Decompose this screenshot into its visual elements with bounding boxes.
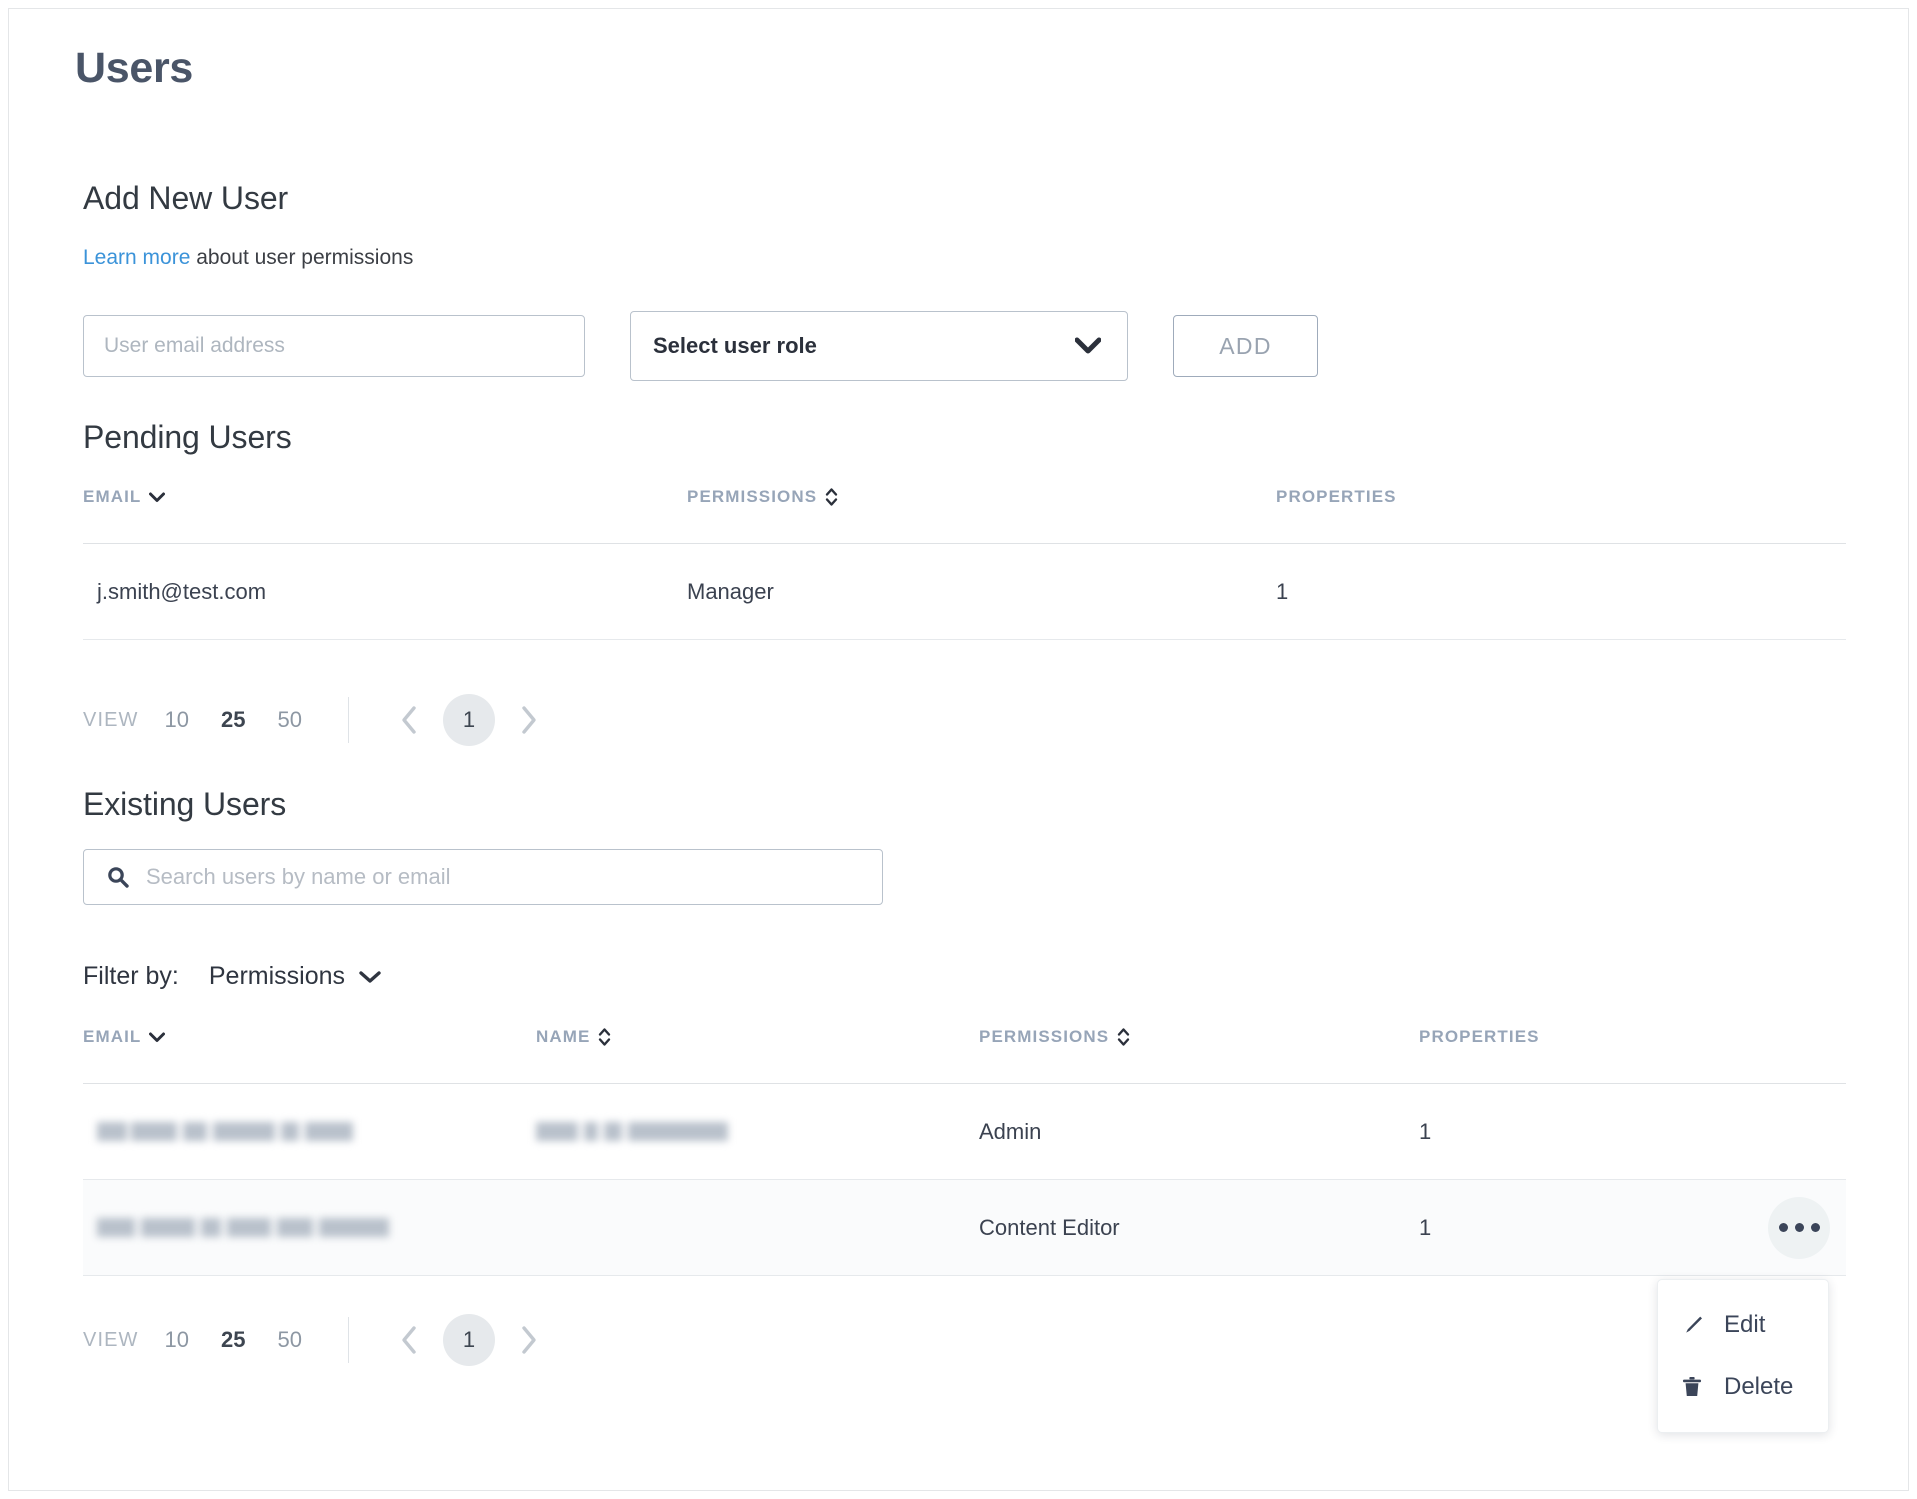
column-header-email[interactable]: EMAIL xyxy=(83,1027,166,1047)
table-row[interactable]: Admin 1 xyxy=(83,1084,1846,1180)
cell-properties: 1 xyxy=(1419,1118,1432,1144)
kebab-dot xyxy=(1794,1223,1804,1232)
page-container: Users Add New User Learn more about user… xyxy=(8,8,1909,1491)
section-heading-existing-users: Existing Users xyxy=(83,786,287,822)
cell-properties: 1 xyxy=(1276,578,1289,604)
kebab-dot xyxy=(1810,1223,1820,1232)
pagination-current-page[interactable]: 1 xyxy=(442,1314,495,1366)
kebab-menu-icon[interactable] xyxy=(1768,1196,1830,1259)
cell-properties: 1 xyxy=(1419,1214,1432,1240)
learn-more-link[interactable]: Learn more xyxy=(83,246,190,269)
pending-users-table: EMAIL PERMISSIONS PROPERTIES j.smith@tes… xyxy=(83,487,1846,640)
row-context-menu: Edit Delete xyxy=(1657,1279,1829,1433)
pencil-icon xyxy=(1680,1313,1710,1337)
learn-more-text: Learn more about user permissions xyxy=(83,246,413,270)
context-menu-item-label: Delete xyxy=(1724,1373,1794,1400)
chevron-down-icon xyxy=(149,1032,166,1043)
page-size-50[interactable]: 50 xyxy=(277,1327,301,1353)
column-header-properties: PROPERTIES xyxy=(1276,487,1397,506)
filter-by-label: Filter by: xyxy=(83,962,179,990)
user-role-select[interactable]: Select user role xyxy=(630,311,1128,381)
filter-by-value: Permissions xyxy=(208,962,346,990)
section-heading-pending-users: Pending Users xyxy=(83,419,292,455)
chevron-up-down-icon xyxy=(598,1027,611,1047)
existing-users-table: EMAIL NAME PERMISSIONS PROPERTIES Admin … xyxy=(83,1027,1846,1276)
add-user-button[interactable]: ADD xyxy=(1173,315,1318,377)
chevron-up-down-icon xyxy=(825,487,838,507)
cell-email-redacted xyxy=(97,1215,389,1241)
search-input[interactable] xyxy=(146,864,882,890)
pagination-view-label: VIEW xyxy=(83,708,139,731)
page-size-10[interactable]: 10 xyxy=(165,1327,189,1353)
table-row[interactable]: Content Editor 1 xyxy=(83,1180,1846,1276)
cell-email: j.smith@test.com xyxy=(97,578,267,604)
filter-by-dropdown[interactable]: Permissions xyxy=(209,962,381,991)
cell-email-redacted xyxy=(97,1119,355,1145)
learn-more-suffix: about user permissions xyxy=(190,246,414,269)
pagination-current-page[interactable]: 1 xyxy=(442,694,495,746)
column-header-permissions[interactable]: PERMISSIONS xyxy=(979,1027,1130,1047)
pagination-divider xyxy=(347,697,349,743)
chevron-left-icon[interactable] xyxy=(391,1321,429,1359)
pagination-divider xyxy=(347,1317,349,1363)
search-icon xyxy=(106,865,130,889)
trash-icon xyxy=(1680,1375,1710,1399)
column-header-email[interactable]: EMAIL xyxy=(83,487,166,507)
search-users-container[interactable] xyxy=(83,849,883,905)
chevron-down-icon xyxy=(1075,337,1101,355)
table-header-row: EMAIL NAME PERMISSIONS PROPERTIES xyxy=(83,1027,1846,1084)
kebab-dot xyxy=(1778,1223,1788,1232)
context-menu-item-delete[interactable]: Delete xyxy=(1658,1356,1828,1418)
table-header-row: EMAIL PERMISSIONS PROPERTIES xyxy=(83,487,1846,544)
section-heading-add-new-user: Add New User xyxy=(83,180,289,216)
chevron-down-icon xyxy=(149,492,166,503)
column-header-name[interactable]: NAME xyxy=(536,1027,611,1047)
table-row[interactable]: j.smith@test.com Manager 1 xyxy=(83,544,1846,640)
cell-permissions: Admin xyxy=(979,1118,1042,1144)
cell-permissions: Content Editor xyxy=(979,1214,1120,1240)
page-size-10[interactable]: 10 xyxy=(165,707,189,733)
existing-users-pagination: VIEW 10 25 50 1 xyxy=(83,1314,547,1366)
chevron-up-down-icon xyxy=(1117,1027,1130,1047)
page-title: Users xyxy=(75,44,194,92)
cell-name-redacted xyxy=(536,1119,732,1145)
filter-by-row: Filter by: Permissions xyxy=(83,962,381,991)
chevron-right-icon[interactable] xyxy=(509,701,547,739)
page-size-25[interactable]: 25 xyxy=(221,707,245,733)
page-size-25[interactable]: 25 xyxy=(221,1327,245,1353)
user-email-input[interactable] xyxy=(83,315,585,377)
chevron-down-icon xyxy=(359,962,381,991)
pagination-view-label: VIEW xyxy=(83,1328,139,1351)
context-menu-item-label: Edit xyxy=(1724,1311,1766,1338)
pending-users-pagination: VIEW 10 25 50 1 xyxy=(83,694,547,746)
chevron-right-icon[interactable] xyxy=(509,1321,547,1359)
cell-permissions: Manager xyxy=(687,578,774,604)
column-header-properties: PROPERTIES xyxy=(1419,1027,1540,1046)
page-size-50[interactable]: 50 xyxy=(277,707,301,733)
user-role-select-value: Select user role xyxy=(653,333,817,358)
context-menu-item-edit[interactable]: Edit xyxy=(1658,1294,1828,1356)
chevron-left-icon[interactable] xyxy=(391,701,429,739)
column-header-permissions[interactable]: PERMISSIONS xyxy=(687,487,838,507)
